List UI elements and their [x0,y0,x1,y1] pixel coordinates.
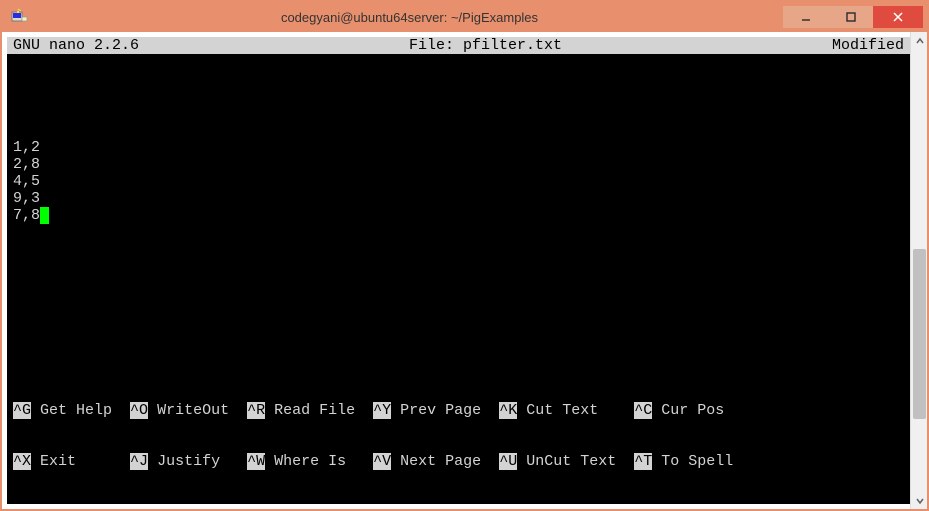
editor-line: 4,5 [13,173,904,190]
shortcut-key: ^C [634,402,652,419]
scroll-down-button[interactable] [911,492,927,509]
shortcut-key: ^G [13,402,31,419]
shortcut-label: Prev Page [391,402,499,419]
client-area: GNU nano 2.2.6 File: pfilter.txt Modifie… [2,32,927,509]
shortcut-label: Get Help [31,402,130,419]
shortcut-key: ^W [247,453,265,470]
window-frame: codegyani@ubuntu64server: ~/PigExamples … [0,0,929,511]
shortcut-label: To Spell [652,453,751,470]
nano-shortcuts: ^G Get Help ^O WriteOut ^R Read File ^Y … [7,368,910,504]
shortcut-label: Read File [265,402,373,419]
shortcut-label: Where Is [265,453,373,470]
shortcut-key: ^T [634,453,652,470]
editor-line: 1,2 [13,139,904,156]
maximize-button[interactable] [828,6,873,28]
editor-line: 9,3 [13,190,904,207]
editor-body[interactable]: 1,22,84,59,37,8 [7,54,910,258]
shortcut-key: ^J [130,453,148,470]
nano-modified: Modified [832,37,904,54]
shortcut-row: ^G Get Help ^O WriteOut ^R Read File ^Y … [13,402,904,419]
shortcut-key: ^U [499,453,517,470]
shortcut-label: Exit [31,453,130,470]
shortcut-key: ^R [247,402,265,419]
shortcut-label: Cur Pos [652,402,751,419]
scrollbar[interactable] [910,32,927,509]
shortcut-key: ^O [130,402,148,419]
minimize-button[interactable] [783,6,828,28]
shortcut-key: ^K [499,402,517,419]
putty-icon [10,8,28,26]
shortcut-key: ^V [373,453,391,470]
titlebar[interactable]: codegyani@ubuntu64server: ~/PigExamples [2,2,927,32]
terminal[interactable]: GNU nano 2.2.6 File: pfilter.txt Modifie… [7,37,910,504]
editor-line: 2,8 [13,156,904,173]
nano-version: GNU nano 2.2.6 [13,37,139,54]
window-title: codegyani@ubuntu64server: ~/PigExamples [36,10,783,25]
close-button[interactable] [873,6,923,28]
shortcut-key: ^X [13,453,31,470]
nano-filename: File: pfilter.txt [139,37,832,54]
scroll-up-button[interactable] [911,32,927,49]
shortcut-label: Cut Text [517,402,634,419]
shortcut-label: WriteOut [148,402,247,419]
cursor [40,207,49,224]
shortcut-row: ^X Exit ^J Justify ^W Where Is ^V Next P… [13,453,904,470]
editor-line: 7,8 [13,207,904,224]
shortcut-label: Justify [148,453,247,470]
shortcut-key: ^Y [373,402,391,419]
scrollbar-thumb[interactable] [913,249,926,419]
window-controls [783,6,923,28]
shortcut-label: Next Page [391,453,499,470]
nano-header: GNU nano 2.2.6 File: pfilter.txt Modifie… [7,37,910,54]
shortcut-label: UnCut Text [517,453,634,470]
scrollbar-track[interactable] [911,49,927,492]
